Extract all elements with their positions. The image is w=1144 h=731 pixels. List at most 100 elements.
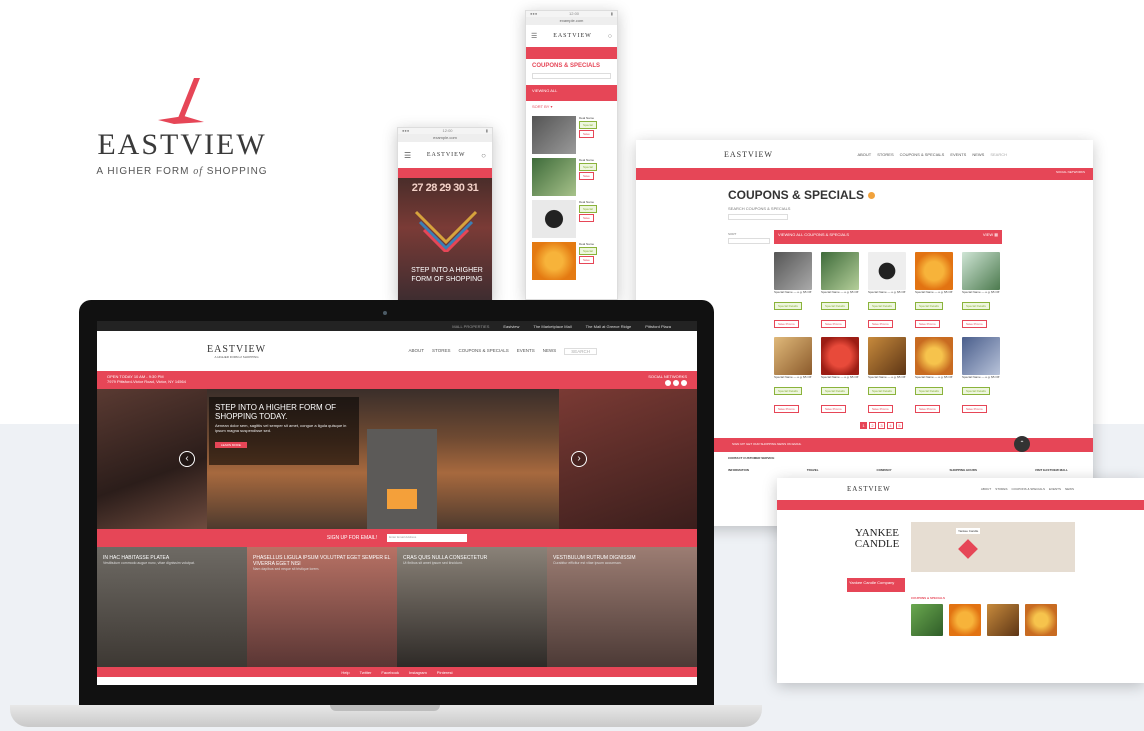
feature-tile[interactable]: CRAS QUIS NULLA CONSECTETUR Ut finibus s… xyxy=(397,547,547,667)
coupon-image[interactable] xyxy=(911,604,943,636)
store-page-logo[interactable]: EASTVIEW xyxy=(847,485,891,493)
list-item[interactable]: Deal Name Special Save xyxy=(532,200,611,238)
list-item[interactable]: Deal Name Special Save xyxy=(532,242,611,280)
page-4[interactable]: 4 xyxy=(887,422,894,429)
save-button[interactable]: Save Promo xyxy=(915,405,940,413)
nav-coupons[interactable]: COUPONS & SPECIALS xyxy=(458,348,508,355)
nav-stores[interactable]: STORES xyxy=(995,487,1007,491)
footer-link[interactable]: Instagram xyxy=(409,670,427,675)
save-button[interactable]: Save Promo xyxy=(821,320,846,328)
promo-strip[interactable]: SIGN UP! GET OUR SHOPPING NEWS ON EMAIL xyxy=(688,438,1093,452)
chevron-left-icon[interactable]: ‹ xyxy=(179,451,195,467)
nav-events[interactable]: EVENTS xyxy=(1049,487,1061,491)
footer-link[interactable]: Help xyxy=(341,670,349,675)
details-button[interactable]: Special Details xyxy=(962,302,990,310)
coupon-card[interactable]: Special Name — e.g. $5 Off Special Detail… xyxy=(868,337,908,415)
details-button[interactable]: Special Details xyxy=(774,302,802,310)
grid-toggle[interactable]: VIEW ▦ xyxy=(983,232,998,242)
coupon-card[interactable]: Special Name — e.g. $5 Off Special Detail… xyxy=(774,252,814,330)
nav-news[interactable]: NEWS xyxy=(543,348,557,355)
coupon-image[interactable] xyxy=(987,604,1019,636)
details-button[interactable]: Special Details xyxy=(915,387,943,395)
details-button[interactable]: Special Details xyxy=(821,387,849,395)
page-3[interactable]: 3 xyxy=(878,422,885,429)
search-icon[interactable]: ○ xyxy=(481,151,486,160)
nav-about[interactable]: ABOUT xyxy=(857,152,871,157)
details-button[interactable]: Special Details xyxy=(868,302,896,310)
menu-icon[interactable]: ☰ xyxy=(404,151,411,160)
chevron-right-icon[interactable]: › xyxy=(571,451,587,467)
phone-logo[interactable]: EASTVIEW xyxy=(427,152,466,158)
info-icon[interactable] xyxy=(868,191,876,199)
feature-tile[interactable]: VESTIBULUM RUTRUM DIGNISSIM Curabitur ef… xyxy=(547,547,697,667)
coupon-card[interactable]: Special Name — e.g. $5 Off Special Detail… xyxy=(821,337,861,415)
menu-icon[interactable]: ☰ xyxy=(531,32,537,40)
page-1[interactable]: 1 xyxy=(860,422,867,429)
coupon-card[interactable]: Special Name — e.g. $5 Off Special Detail… xyxy=(774,337,814,415)
details-button[interactable]: Special Details xyxy=(868,387,896,395)
list-item[interactable]: Deal Name Special Save xyxy=(532,116,611,154)
nav-news[interactable]: NEWS xyxy=(972,152,984,157)
site-logo[interactable]: EASTVIEW A HIGHER FORM of SHOPPING xyxy=(207,344,266,359)
nav-stores[interactable]: STORES xyxy=(432,348,450,355)
save-button[interactable]: Save Promo xyxy=(821,405,846,413)
nav-events[interactable]: EVENTS xyxy=(950,152,966,157)
save-button[interactable]: Save Promo xyxy=(868,320,893,328)
nav-news[interactable]: NEWS xyxy=(1065,487,1074,491)
nav-coupons[interactable]: COUPONS & SPECIALS xyxy=(1011,487,1045,491)
twitter-icon[interactable] xyxy=(665,380,671,386)
footer-link[interactable]: Pinterest xyxy=(437,670,453,675)
coupon-search-input[interactable] xyxy=(728,214,788,220)
feature-tile[interactable]: PHASELLUS LIGULA IPSUM VOLUTPAT EGET SEM… xyxy=(247,547,397,667)
save-button[interactable]: Save Promo xyxy=(915,320,940,328)
save-button[interactable]: Save Promo xyxy=(868,405,893,413)
details-button[interactable]: Special Details xyxy=(915,302,943,310)
chevron-up-icon[interactable]: ⌃ xyxy=(1014,436,1030,452)
coupon-card[interactable]: Special Name — e.g. $5 Off Special Detail… xyxy=(962,252,1002,330)
feature-tile[interactable]: IN HAC HABITASSE PLATEA Vestibulum commo… xyxy=(97,547,247,667)
coupon-card[interactable]: Special Name — e.g. $5 Off Special Detail… xyxy=(962,337,1002,415)
coupon-image[interactable] xyxy=(1025,604,1057,636)
coupon-card[interactable]: Special Name — e.g. $5 Off Special Detail… xyxy=(915,252,955,330)
search-icon[interactable]: ○ xyxy=(608,33,612,40)
sort-select[interactable] xyxy=(728,238,770,244)
details-button[interactable]: Special Details xyxy=(821,302,849,310)
list-item[interactable]: Deal Name Special Save xyxy=(532,158,611,196)
phone-sort[interactable]: SORT BY ▾ xyxy=(526,101,617,112)
property-link[interactable]: Eastview xyxy=(503,324,519,329)
details-button[interactable]: Special Details xyxy=(774,387,802,395)
nav-stores[interactable]: STORES xyxy=(877,152,893,157)
phone-viewing-bar[interactable]: VIEWING ALL xyxy=(526,85,617,101)
coupon-card[interactable]: Special Name — e.g. $5 Off Special Detail… xyxy=(821,252,861,330)
property-link[interactable]: The Marketplace Mall xyxy=(533,324,571,329)
coupon-image[interactable] xyxy=(949,604,981,636)
email-input[interactable]: Enter Email Address xyxy=(387,534,468,542)
page-5[interactable]: 5 xyxy=(896,422,903,429)
property-link[interactable]: Pittsford Plaza xyxy=(645,324,671,329)
desktop-search[interactable]: SEARCH xyxy=(990,152,1007,157)
learn-more-button[interactable]: LEARN MORE xyxy=(215,442,247,448)
save-button[interactable]: Save Promo xyxy=(962,405,987,413)
nav-about[interactable]: ABOUT xyxy=(409,348,425,355)
nav-events[interactable]: EVENTS xyxy=(517,348,535,355)
save-button[interactable]: Save Promo xyxy=(962,320,987,328)
footer-link[interactable]: Facebook xyxy=(381,670,399,675)
phone-logo[interactable]: EASTVIEW xyxy=(553,33,592,39)
nav-about[interactable]: ABOUT xyxy=(981,487,991,491)
facebook-icon[interactable] xyxy=(673,380,679,386)
desktop-logo[interactable]: EASTVIEW xyxy=(724,150,773,159)
instagram-icon[interactable] xyxy=(681,380,687,386)
coupon-card[interactable]: Special Name — e.g. $5 Off Special Detail… xyxy=(868,252,908,330)
footer-link[interactable]: Twitter xyxy=(360,670,372,675)
nav-coupons[interactable]: COUPONS & SPECIALS xyxy=(900,152,945,157)
property-link[interactable]: The Mall at Greece Ridge xyxy=(586,324,632,329)
save-button[interactable]: Save Promo xyxy=(774,405,799,413)
page-2[interactable]: 2 xyxy=(869,422,876,429)
details-button[interactable]: Special Details xyxy=(962,387,990,395)
contact-link[interactable]: CONTACT CUSTOMER SERVICE xyxy=(728,456,774,460)
phone-search-field[interactable] xyxy=(532,73,611,79)
save-button[interactable]: Save Promo xyxy=(774,320,799,328)
coupon-card[interactable]: Special Name — e.g. $5 Off Special Detail… xyxy=(915,337,955,415)
store-map[interactable]: Yankee Candle xyxy=(911,522,1075,572)
site-search[interactable]: SEARCH xyxy=(564,347,597,355)
